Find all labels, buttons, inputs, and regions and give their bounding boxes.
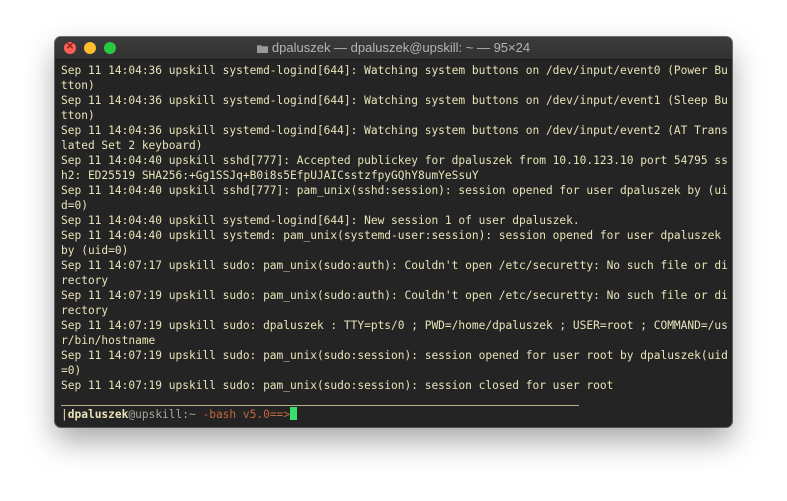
- log-line: Sep 11 14:07:19 upskill sudo: dpaluszek …: [61, 319, 728, 347]
- terminal-output[interactable]: Sep 11 14:04:36 upskill systemd-logind[6…: [61, 63, 729, 393]
- log-line: Sep 11 14:04:40 upskill systemd-logind[6…: [61, 214, 580, 227]
- log-line: Sep 11 14:04:36 upskill systemd-logind[6…: [61, 64, 728, 92]
- log-line: Sep 11 14:07:19 upskill sudo: pam_unix(s…: [61, 379, 614, 392]
- log-line: Sep 11 14:04:36 upskill systemd-logind[6…: [61, 94, 728, 122]
- log-line: Sep 11 14:04:36 upskill systemd-logind[6…: [61, 124, 728, 152]
- prompt-divider: [61, 405, 579, 406]
- log-line: Sep 11 14:07:17 upskill sudo: pam_unix(s…: [61, 259, 728, 287]
- title-bar: dpaluszek — dpaluszek@upskill: ~ — 95×24: [55, 37, 732, 60]
- log-line: Sep 11 14:07:19 upskill sudo: pam_unix(s…: [61, 349, 728, 377]
- command-prompt[interactable]: |dpaluszek@upskill:~ -bash v5.0==>: [61, 407, 298, 422]
- folder-icon: [256, 45, 268, 53]
- window-title: dpaluszek — dpaluszek@upskill: ~ — 95×24: [271, 40, 531, 55]
- prompt-user: dpaluszek: [67, 408, 129, 421]
- log-line: Sep 11 14:07:19 upskill sudo: pam_unix(s…: [61, 289, 728, 317]
- terminal-window: dpaluszek — dpaluszek@upskill: ~ — 95×24…: [55, 37, 732, 427]
- log-line: Sep 11 14:04:40 upskill sshd[777]: pam_u…: [61, 184, 728, 212]
- log-line: Sep 11 14:04:40 upskill systemd: pam_uni…: [61, 229, 728, 257]
- prompt-bar: |: [61, 408, 68, 421]
- text-cursor: [290, 407, 298, 420]
- prompt-host: @upskill:~: [128, 408, 196, 421]
- window-title-container: dpaluszek — dpaluszek@upskill: ~ — 95×24: [55, 40, 732, 55]
- log-line: Sep 11 14:04:40 upskill sshd[777]: Accep…: [61, 154, 728, 182]
- prompt-shell-version: -bash v5.0==>: [195, 408, 291, 421]
